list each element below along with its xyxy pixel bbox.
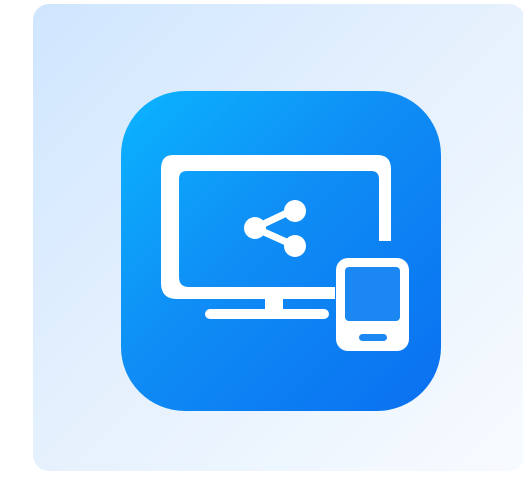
phone-icon (336, 258, 409, 351)
app-icon[interactable] (121, 91, 441, 411)
share-icon (244, 200, 306, 257)
app-icon-glyph (161, 155, 409, 351)
